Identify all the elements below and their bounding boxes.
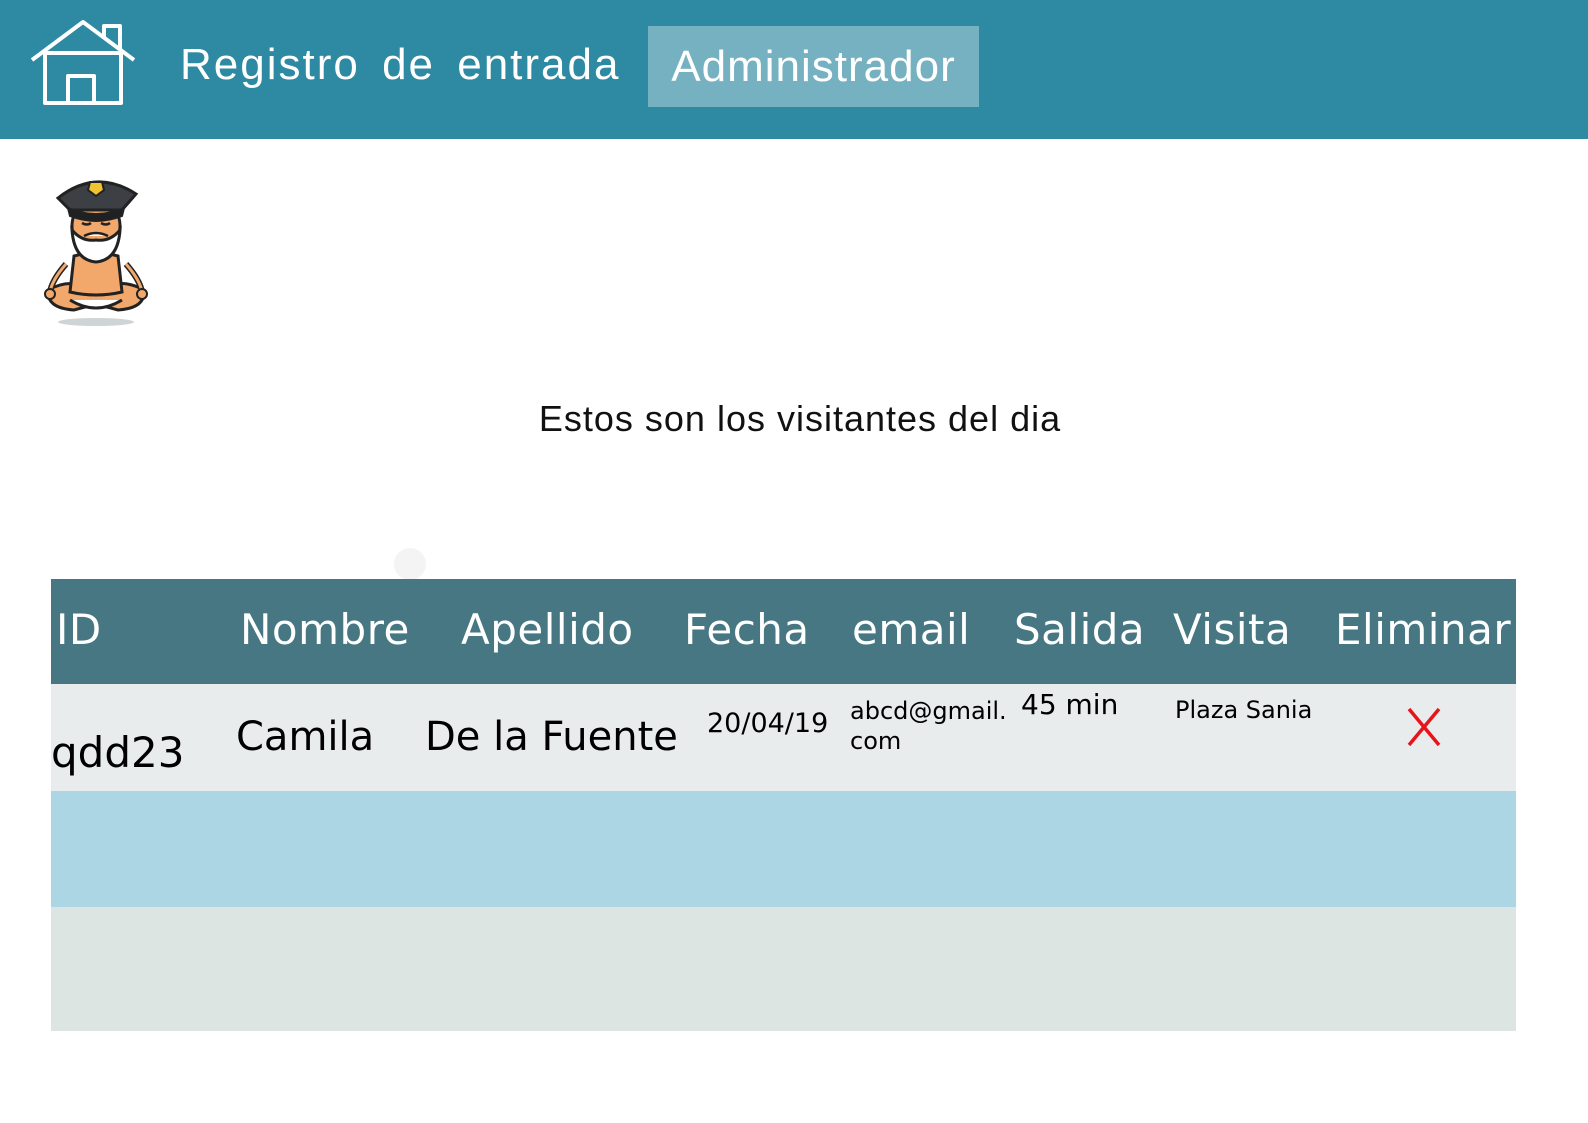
cell-fecha: 20/04/19 [707,708,829,739]
column-header-fecha: Fecha [684,605,810,654]
column-header-nombre: Nombre [240,605,410,654]
home-icon[interactable] [28,18,138,108]
app-title: Registro de entrada [180,40,621,89]
email-line-2: com [850,727,902,755]
visitors-table: ID Nombre Apellido Fecha email Salida Vi… [51,579,1516,1031]
cell-email: abcd@gmail. com [850,696,1007,756]
column-header-salida: Salida [1014,605,1146,654]
admin-button[interactable]: Administrador [648,26,979,107]
column-header-id: ID [56,605,102,654]
police-guard-avatar [44,180,148,326]
decorative-dot [394,548,426,580]
top-navbar: Registro de entrada Administrador [0,0,1588,139]
cell-salida: 45 min [1021,688,1119,721]
cell-apellido: De la Fuente [425,714,678,760]
column-header-visita: Visita [1173,605,1292,654]
column-header-apellido: Apellido [461,605,634,654]
delete-x-icon[interactable] [1405,706,1445,748]
table-row-empty [51,791,1516,907]
table-header: ID Nombre Apellido Fecha email Salida Vi… [51,579,1516,684]
table-row: qdd23 Camila De la Fuente 20/04/19 abcd@… [51,684,1516,791]
page-subtitle: Estos son los visitantes del dia [538,398,1062,439]
column-header-eliminar: Eliminar [1335,605,1512,654]
cell-nombre: Camila [236,714,375,760]
email-line-1: abcd@gmail. [850,697,1007,725]
cell-id: qdd23 [51,728,185,777]
column-header-email: email [852,605,971,654]
cell-visita: Plaza Sania [1175,696,1313,724]
table-row-empty [51,907,1516,1031]
